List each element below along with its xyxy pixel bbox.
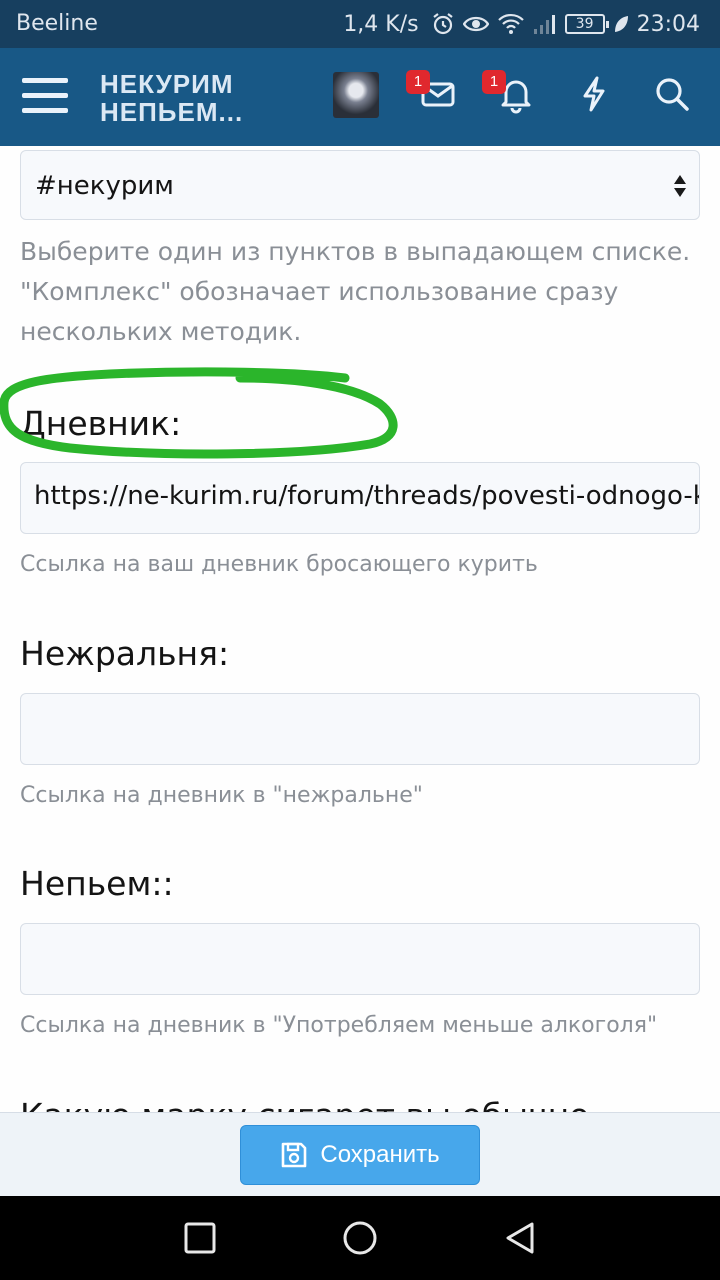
system-nav-bar bbox=[0, 1196, 720, 1280]
search-icon[interactable] bbox=[652, 74, 692, 114]
method-select-value: #некурим bbox=[35, 171, 174, 201]
floppy-disk-icon bbox=[282, 1142, 307, 1168]
app-header: НЕКУРИМ НЕПЬЕМ... 1 1 bbox=[0, 48, 720, 146]
nezhralnya-label: Нежральня: bbox=[20, 634, 230, 673]
logo-line-2: НЕПЬЕМ... bbox=[100, 97, 244, 127]
back-icon[interactable] bbox=[502, 1220, 538, 1256]
clock: 23:04 bbox=[636, 11, 700, 37]
save-bar: Сохранить bbox=[0, 1112, 720, 1196]
messages-badge: 1 bbox=[406, 70, 430, 94]
save-button-label: Сохранить bbox=[320, 1141, 440, 1168]
avatar[interactable] bbox=[333, 72, 379, 118]
annotation-circle bbox=[0, 367, 398, 459]
leaf-icon bbox=[614, 16, 628, 32]
lightning-icon[interactable] bbox=[574, 74, 614, 114]
recent-apps-icon[interactable] bbox=[182, 1220, 218, 1256]
select-arrows-icon bbox=[674, 175, 686, 197]
alerts-badge: 1 bbox=[482, 70, 506, 94]
signal-icon bbox=[533, 15, 555, 34]
status-bar: Beeline 1,4 K/s 39 23:04 bbox=[0, 0, 720, 48]
carrier-name: Beeline bbox=[16, 11, 98, 36]
menu-icon[interactable] bbox=[22, 78, 68, 114]
network-speed: 1,4 K/s bbox=[343, 11, 419, 37]
nezhralnya-field[interactable] bbox=[20, 693, 700, 765]
home-icon[interactable] bbox=[342, 1220, 378, 1256]
logo-line-1: НЕКУРИМ bbox=[100, 69, 234, 99]
diary-field-value: https://ne-kurim.ru/forum/threads/povest… bbox=[34, 481, 699, 511]
method-hint: Выберите один из пунктов в выпадающем сп… bbox=[20, 237, 691, 346]
save-button[interactable]: Сохранить bbox=[240, 1125, 480, 1185]
eye-icon bbox=[462, 16, 489, 32]
site-logo[interactable]: НЕКУРИМ НЕПЬЕМ... bbox=[100, 70, 243, 126]
wifi-icon bbox=[497, 13, 524, 34]
nepyem-field[interactable] bbox=[20, 923, 700, 995]
nepyem-label: Непьем:: bbox=[20, 864, 174, 903]
nezhralnya-hint: Ссылка на дневник в "нежральне" bbox=[20, 783, 423, 808]
alarm-icon bbox=[432, 13, 453, 35]
diary-hint: Ссылка на ваш дневник бросающего курить bbox=[20, 552, 538, 577]
nepyem-hint: Ссылка на дневник в "Употребляем меньше … bbox=[20, 1013, 658, 1038]
battery-icon: 39 bbox=[564, 14, 609, 34]
method-select[interactable]: #некурим bbox=[20, 150, 700, 220]
